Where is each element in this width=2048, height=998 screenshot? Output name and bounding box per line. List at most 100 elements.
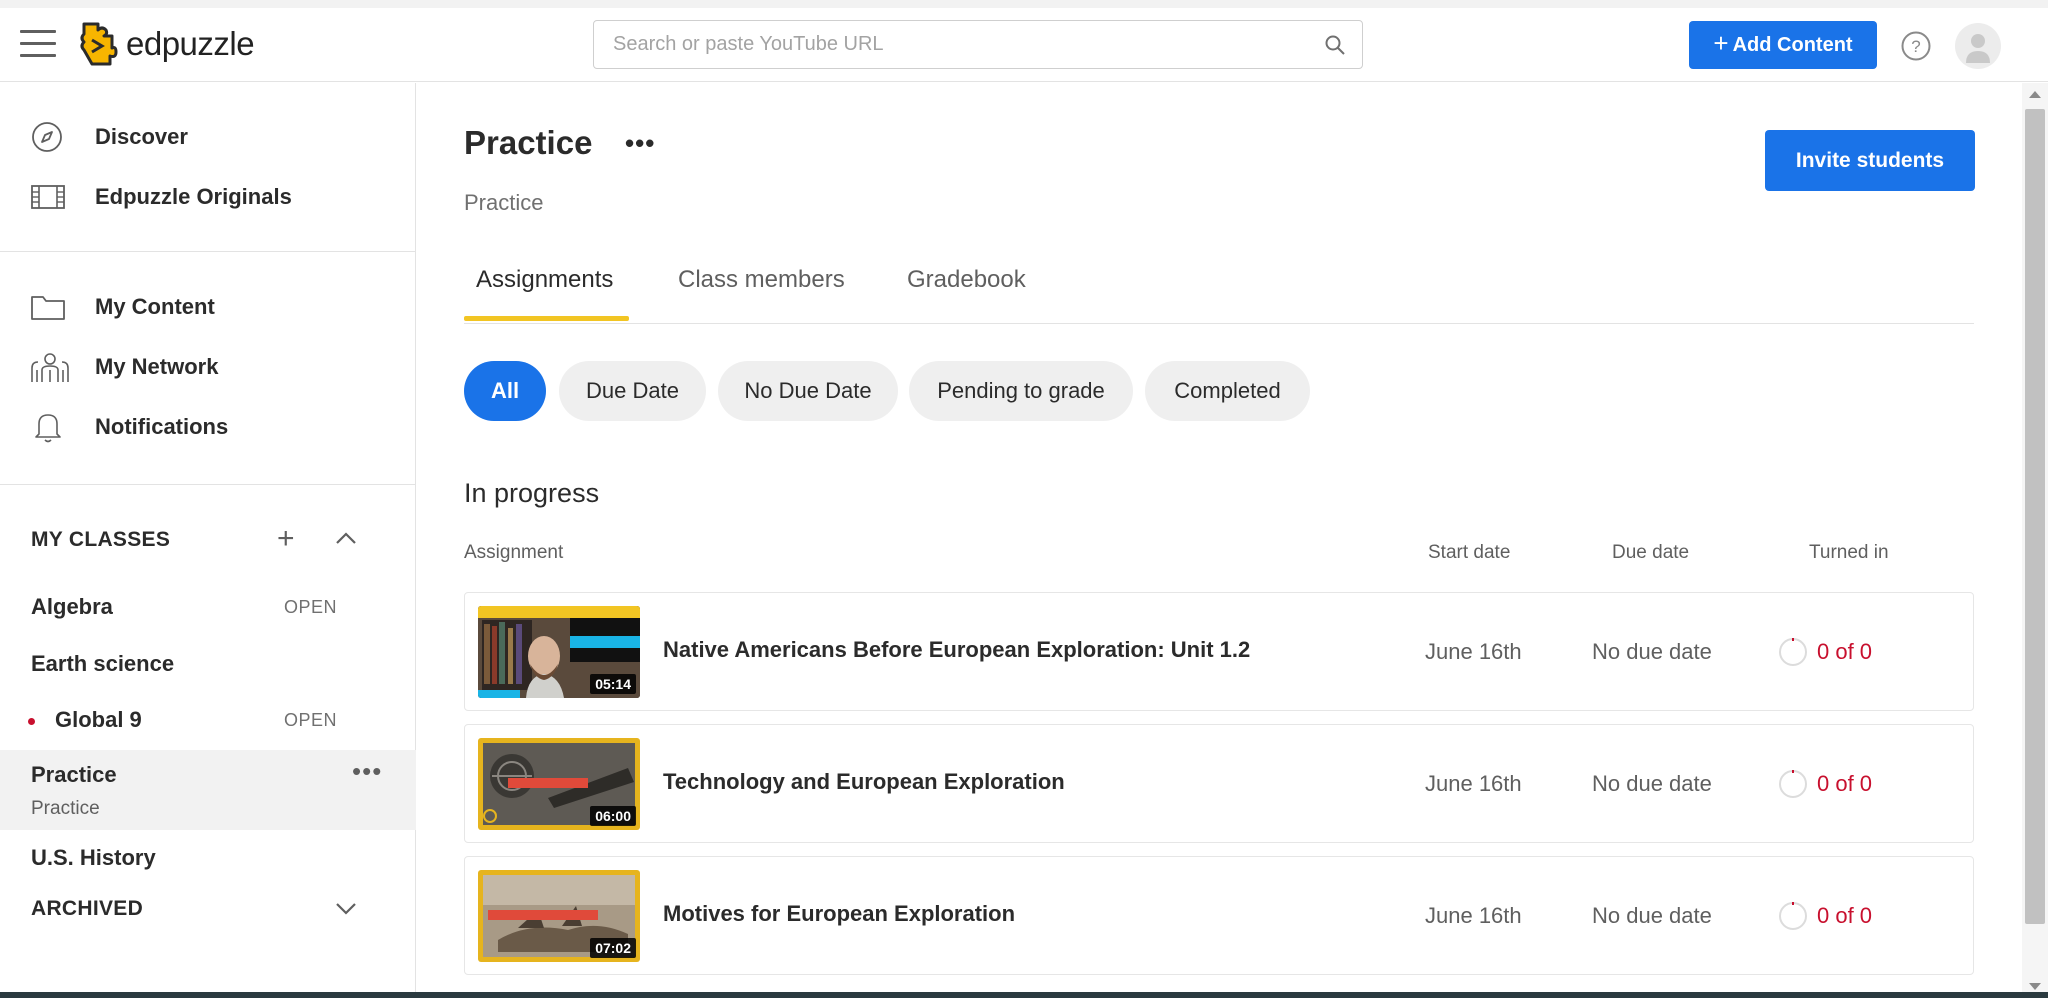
add-content-button[interactable]: + Add Content — [1689, 21, 1877, 69]
assignment-turned-in: 0 of 0 — [1817, 903, 1873, 928]
sidebar-item-label: My Network — [95, 354, 219, 379]
add-content-label: Add Content — [1732, 33, 1853, 56]
compass-icon — [30, 120, 70, 154]
assignment-turned-in: 0 of 0 — [1817, 771, 1873, 796]
bell-icon — [30, 410, 70, 444]
tab-gradebook[interactable]: Gradebook — [907, 266, 1026, 294]
folder-icon — [30, 290, 70, 324]
sidebar-item-label: Notifications — [95, 414, 229, 439]
sidebar-item-discover[interactable]: Discover — [30, 117, 188, 157]
assignment-due-date: No due date — [1592, 903, 1712, 928]
search-bar — [593, 20, 1363, 69]
sidebar-item-label: Discover — [95, 124, 188, 149]
assignment-title[interactable]: Motives for European Exploration — [663, 901, 1015, 927]
class-name: Algebra — [31, 594, 113, 619]
more-options-icon[interactable]: ••• — [625, 128, 655, 159]
class-name: Practice — [31, 762, 117, 787]
page-subtitle: Practice — [464, 190, 544, 215]
plus-icon: + — [1713, 28, 1729, 58]
puzzle-logo-icon — [80, 22, 118, 66]
filter-all[interactable]: All — [464, 361, 546, 421]
sidebar-item-edpuzzle-originals[interactable]: Edpuzzle Originals — [30, 177, 292, 217]
assignment-start-date: June 16th — [1425, 771, 1522, 796]
more-options-icon[interactable]: ••• — [352, 756, 382, 787]
unread-dot — [28, 718, 35, 725]
avatar[interactable] — [1955, 23, 2001, 69]
assignment-start-date: June 16th — [1425, 903, 1522, 928]
assignment-row[interactable]: 05:14 Native Americans Before European E… — [464, 592, 1974, 711]
column-header-start-date: Start date — [1428, 542, 1511, 563]
section-title: In progress — [464, 478, 600, 508]
video-duration: 06:00 — [590, 806, 636, 826]
search-input[interactable] — [594, 21, 1362, 68]
sidebar-class-algebra[interactable]: Algebra OPEN — [0, 583, 416, 633]
assignment-row[interactable]: 07:02 Motives for European Exploration J… — [464, 856, 1974, 975]
top-bar: edpuzzle + Add Content ? — [0, 0, 2048, 82]
assignment-turned-in: 0 of 0 — [1817, 639, 1873, 664]
assignment-due-date: No due date — [1592, 639, 1712, 664]
class-name: Earth science — [31, 651, 175, 676]
taskbar-strip — [0, 992, 2048, 998]
sidebar-item-my-content[interactable]: My Content — [30, 287, 215, 327]
my-classes-header: MY CLASSES + — [31, 520, 371, 560]
scroll-up-icon[interactable] — [2029, 91, 2041, 98]
filter-pending-to-grade[interactable]: Pending to grade — [909, 361, 1133, 421]
invite-students-button[interactable]: Invite students — [1765, 130, 1975, 191]
add-class-icon[interactable]: + — [277, 522, 295, 556]
menu-icon[interactable] — [20, 30, 56, 60]
my-classes-label: MY CLASSES — [31, 528, 171, 551]
assignment-start-date: June 16th — [1425, 639, 1522, 664]
assignment-due-date: No due date — [1592, 771, 1712, 796]
class-status: OPEN — [284, 597, 338, 617]
scroll-down-icon[interactable] — [2029, 983, 2041, 990]
video-thumbnail[interactable]: 06:00 — [478, 738, 640, 830]
sidebar-class-practice[interactable]: Practice Practice ••• — [0, 750, 416, 830]
sidebar-item-label: My Content — [95, 294, 215, 319]
filter-completed[interactable]: Completed — [1145, 361, 1310, 421]
assignment-row[interactable]: 06:00 Technology and European Exploratio… — [464, 724, 1974, 843]
network-icon — [30, 350, 70, 384]
user-icon — [1966, 34, 1990, 63]
page-title: Practice — [464, 124, 593, 161]
filter-due-date[interactable]: Due Date — [559, 361, 706, 421]
page-scrollbar[interactable] — [2022, 83, 2048, 998]
search-icon[interactable] — [1324, 34, 1346, 56]
sidebar-class-global-9[interactable]: Global 9 OPEN — [0, 695, 416, 745]
app-logo[interactable]: edpuzzle — [78, 20, 255, 68]
filter-no-due-date[interactable]: No Due Date — [718, 361, 898, 421]
progress-ring-icon — [1779, 770, 1807, 798]
archived-label: ARCHIVED — [31, 897, 144, 920]
column-header-due-date: Due date — [1612, 542, 1690, 563]
assignment-title[interactable]: Native Americans Before European Explora… — [663, 637, 1250, 663]
sidebar-item-notifications[interactable]: Notifications — [30, 407, 228, 447]
sidebar-item-label: Edpuzzle Originals — [95, 184, 292, 209]
chevron-down-icon[interactable] — [331, 893, 361, 923]
column-header-assignment: Assignment — [464, 542, 564, 563]
video-duration: 07:02 — [590, 938, 636, 958]
column-header-turned-in: Turned in — [1809, 542, 1889, 563]
chevron-up-icon[interactable] — [331, 524, 361, 554]
sidebar-item-my-network[interactable]: My Network — [30, 347, 218, 387]
video-thumbnail[interactable]: 07:02 — [478, 870, 640, 962]
assignment-title[interactable]: Technology and European Exploration — [663, 769, 1065, 795]
class-name: U.S. History — [31, 845, 156, 870]
class-subtitle: Practice — [31, 798, 100, 819]
archived-header[interactable]: ARCHIVED — [31, 889, 371, 929]
tab-class-members[interactable]: Class members — [678, 266, 845, 294]
help-icon[interactable]: ? — [1900, 30, 1932, 62]
sidebar-class-us-history[interactable]: U.S. History — [0, 833, 416, 883]
video-duration: 05:14 — [590, 674, 636, 694]
sidebar-divider — [0, 484, 416, 485]
active-tab-indicator — [464, 316, 629, 321]
svg-text:?: ? — [1911, 37, 1920, 56]
class-status: OPEN — [284, 710, 338, 730]
tab-bar: Assignments Class members Gradebook — [464, 256, 1974, 324]
progress-ring-icon — [1779, 638, 1807, 666]
tab-assignments[interactable]: Assignments — [476, 266, 613, 294]
video-thumbnail[interactable]: 05:14 — [478, 606, 640, 698]
sidebar-class-earth-science[interactable]: Earth science — [0, 639, 416, 689]
film-icon — [30, 180, 70, 214]
sidebar-divider — [0, 251, 416, 252]
sidebar: Discover Edpuzzle Originals My Content M… — [0, 83, 416, 998]
scrollbar-thumb[interactable] — [2025, 109, 2045, 924]
